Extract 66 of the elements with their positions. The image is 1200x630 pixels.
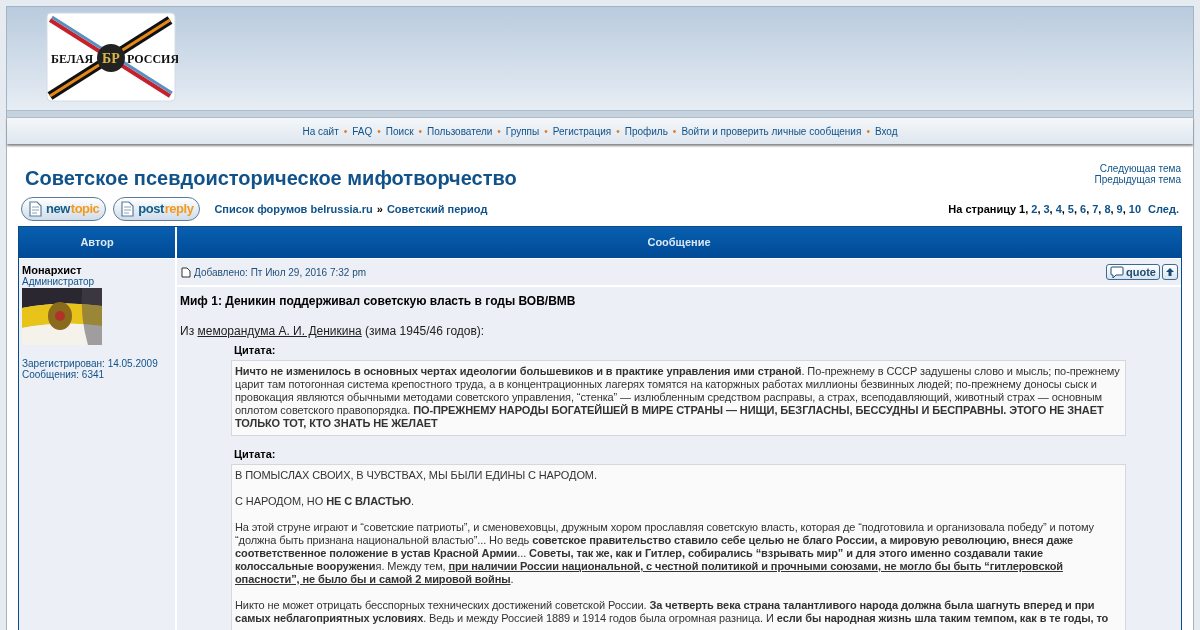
quote-label: Цитата: bbox=[234, 448, 277, 461]
page-separator: , bbox=[1037, 201, 1041, 217]
page-link[interactable]: 9 bbox=[1116, 200, 1123, 218]
nav-separator: • bbox=[377, 124, 381, 139]
memorandum-link[interactable]: меморандума А. И. Деникина bbox=[197, 324, 362, 338]
author-name: Монархист bbox=[22, 264, 82, 276]
next-page-link[interactable]: След. bbox=[1148, 200, 1179, 218]
page-separator: , bbox=[1122, 201, 1126, 217]
post-subject: Миф 1: Деникин поддерживал советскую власть в годы ВОВ/ВМВ bbox=[180, 294, 577, 308]
author-rank: Администратор bbox=[22, 276, 96, 287]
nav-link[interactable]: Регистрация bbox=[552, 123, 612, 139]
page-link[interactable]: 3 bbox=[1043, 200, 1050, 218]
page-separator: , bbox=[1049, 201, 1053, 217]
page-separator: , bbox=[1025, 201, 1029, 217]
up-arrow-icon bbox=[1165, 267, 1175, 277]
topic-title: Советское псевдоисторическое мифотворчество bbox=[25, 166, 517, 191]
nav-separator: • bbox=[672, 124, 677, 139]
breadcrumb-separator: » bbox=[376, 201, 383, 217]
post-date: Добавлено: Пт Июл 29, 2016 7:32 pm bbox=[194, 265, 367, 280]
breadcrumb-link[interactable]: Список форумов belrussia.ru bbox=[214, 200, 373, 218]
previous-topic-link[interactable]: Предыдущая тема bbox=[1094, 174, 1181, 185]
nav-separator: • bbox=[343, 124, 348, 139]
column-header: Автор bbox=[19, 227, 175, 258]
next-topic-link[interactable]: Следующая тема bbox=[1099, 163, 1181, 174]
pagination-label: На страницу bbox=[948, 201, 1017, 217]
speech-bubble-icon bbox=[1110, 265, 1125, 279]
nav-link[interactable]: Профиль bbox=[624, 123, 668, 139]
page-separator: , bbox=[1110, 201, 1114, 217]
quote-text: С НАРОДОМ, НО НЕ С ВЛАСТЬЮ. bbox=[235, 495, 415, 508]
nav-separator: • bbox=[497, 124, 501, 139]
nav-link[interactable]: Пользователи bbox=[427, 123, 493, 139]
site-logo[interactable]: БЕЛАЯ БР РОССИЯ bbox=[46, 12, 178, 104]
nav-separator: • bbox=[866, 124, 870, 139]
forum-button[interactable]: postreply bbox=[113, 197, 201, 221]
quote-button[interactable]: quote bbox=[1106, 264, 1160, 280]
nav-link[interactable]: Войти и проверить личные сообщения bbox=[681, 123, 862, 139]
nav-link[interactable]: FAQ bbox=[352, 123, 373, 139]
quote-text: Ничто не изменилось в основных чертах идеологии большевиков и в практике управления ими страной. По-прежнему в СССР задушены слово и мысль; по-прежнему царит там потогонная система крепостного труда, а в концентрационных лагерях томятся на каторжных работах миллионы безвинных людей; по-прежнему доносы сыск и провокация являются обычными методами советского управления, “стенка” — излюбленным средством расправы, а страх, всеподавляющий, животный страх — основным оплотом советского правопорядка. ПО-ПРЕЖНЕМУ НАРОДЫ БОГАТЕЙШЕЙ В МИРЕ СТРАНЫ — НИЩИ, БЕЗГЛАСНЫ, БЕССУДНЫ И БЕСПРАВНЫ. ЭТОГО НЕ ЗНАЕТ ТОЛЬКО ТОТ, КТО ЗНАТЬ НЕ ЖЕЛАЕТ bbox=[235, 365, 1121, 430]
nav-link[interactable]: Группы bbox=[505, 123, 540, 139]
scroll-to-top-button[interactable] bbox=[1162, 264, 1178, 280]
page-separator: , bbox=[1061, 201, 1065, 217]
quote-text: На этой струне играют и “советские патриоты”, и сменовеховцы, дружным хором прославляя советскую власть, которая де “подготовила и организовала победу” и потому “должна быть признана национальной властью”... Но ведь советское правительство ставило себе целью не благо России, а мировую революцию, внеся даже соответственное положение в устав Красной Армии... Советы, так же, как и Гитлер, собирались “взрывать мир” и для этого именно создавали такие колоссальные вооружения. Между тем, при наличии России национальной, с честной политикой и прочными союзами, не могло бы быть “гитлеровской опасности”, не было бы и самой 2 мировой войны. bbox=[235, 521, 1095, 586]
quote-text: Никто не может отрицать бесспорных технических достижений советской России. За четверть века страна талантливого народа должна была шагнуть вперед и при самых неблагоприятных условиях. Ведь и между Россией 1889 и 1914 годов была огромная разница. И если бы народная жизнь шла таким темпом, как в те годы, то bbox=[235, 599, 1110, 625]
nav-link[interactable]: Поиск bbox=[385, 123, 414, 139]
page-link[interactable]: 10 bbox=[1128, 200, 1142, 218]
quote-label: Цитата: bbox=[234, 344, 277, 357]
registration-date: Зарегистрирован: 14.05.2009 bbox=[22, 358, 159, 369]
nav-link[interactable]: На сайт bbox=[302, 123, 339, 139]
post-icon bbox=[181, 266, 191, 278]
page-separator: , bbox=[1086, 201, 1090, 217]
page-link[interactable]: 4 bbox=[1055, 200, 1062, 218]
breadcrumb-link[interactable]: Советский период bbox=[386, 200, 488, 218]
page-separator: , bbox=[1098, 201, 1102, 217]
post-count: Сообщения: 6341 bbox=[22, 369, 106, 380]
column-header: Сообщение bbox=[177, 227, 1181, 258]
nav-separator: • bbox=[544, 124, 548, 139]
page-link[interactable]: 5 bbox=[1067, 200, 1074, 218]
nav-separator: • bbox=[418, 124, 423, 139]
page-link[interactable]: 8 bbox=[1104, 200, 1111, 218]
forum-button[interactable]: newtopic bbox=[21, 197, 107, 221]
page-separator: , bbox=[1074, 201, 1078, 217]
post-text: Из меморандума А. И. Деникина (зима 1945/46 годов): bbox=[180, 324, 486, 338]
quote-text: В ПОМЫСЛАХ СВОИХ, В ЧУВСТВАХ, МЫ БЫЛИ ЕДИНЫ С НАРОДОМ. bbox=[235, 469, 598, 482]
nav-separator: • bbox=[616, 124, 620, 139]
nav-link[interactable]: Вход bbox=[874, 123, 898, 139]
page-link[interactable]: 7 bbox=[1092, 200, 1099, 218]
